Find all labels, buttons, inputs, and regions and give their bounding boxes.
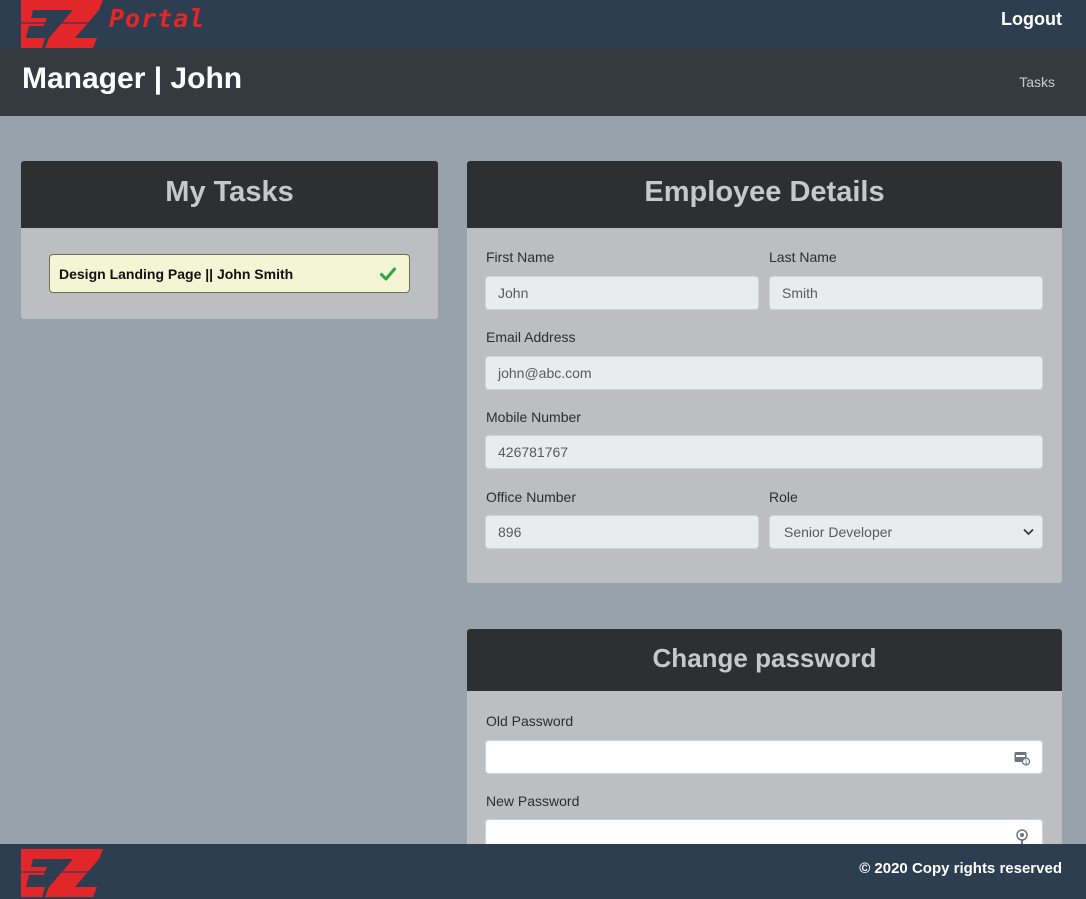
page-title: Manager | John xyxy=(22,62,243,95)
my-tasks-title: My Tasks xyxy=(21,161,438,228)
email-label: Email Address xyxy=(486,329,576,345)
breadcrumb-tasks-link[interactable]: Tasks xyxy=(1019,74,1055,90)
key-icon[interactable] xyxy=(1014,829,1030,845)
old-password-field[interactable]: 1 xyxy=(485,740,1043,774)
brand-name: Portal xyxy=(109,4,206,33)
office-number-field[interactable]: 896 xyxy=(485,515,759,549)
new-password-label: New Password xyxy=(486,793,580,809)
first-name-field[interactable]: John xyxy=(485,276,759,310)
employee-details-title: Employee Details xyxy=(467,161,1062,228)
old-password-label: Old Password xyxy=(486,713,574,729)
last-name-field[interactable]: Smith xyxy=(769,276,1043,310)
ez-logo-icon xyxy=(21,849,103,897)
office-number-label: Office Number xyxy=(486,489,576,505)
role-label: Role xyxy=(769,489,798,505)
chevron-down-icon xyxy=(1023,528,1034,536)
last-name-label: Last Name xyxy=(769,249,837,265)
page-header: Manager | John Tasks xyxy=(0,48,1086,116)
footer: © 2020 Copy rights reserved xyxy=(0,844,1086,899)
change-password-title: Change password xyxy=(467,629,1062,691)
top-navbar: Portal Logout xyxy=(0,0,1086,48)
mobile-field[interactable]: 426781767 xyxy=(485,435,1043,469)
brand-logo[interactable]: Portal xyxy=(21,0,204,48)
ez-logo-icon xyxy=(21,0,103,48)
task-label: Design Landing Page || John Smith xyxy=(59,265,294,282)
svg-text:1: 1 xyxy=(1024,760,1027,766)
copyright-text: © 2020 Copy rights reserved xyxy=(859,860,1062,877)
task-item[interactable]: Design Landing Page || John Smith xyxy=(49,254,410,293)
role-select[interactable]: Senior Developer xyxy=(769,515,1043,549)
first-name-label: First Name xyxy=(486,249,555,265)
employee-details-card: Employee Details First Name John Last Na… xyxy=(467,161,1062,583)
password-manager-icon[interactable]: 1 xyxy=(1014,750,1030,766)
check-icon[interactable] xyxy=(380,267,396,281)
role-selected-value: Senior Developer xyxy=(784,524,893,540)
logout-link[interactable]: Logout xyxy=(1001,9,1062,30)
my-tasks-card: My Tasks Design Landing Page || John Smi… xyxy=(21,161,438,319)
email-field[interactable]: john@abc.com xyxy=(485,356,1043,390)
mobile-label: Mobile Number xyxy=(486,409,581,425)
